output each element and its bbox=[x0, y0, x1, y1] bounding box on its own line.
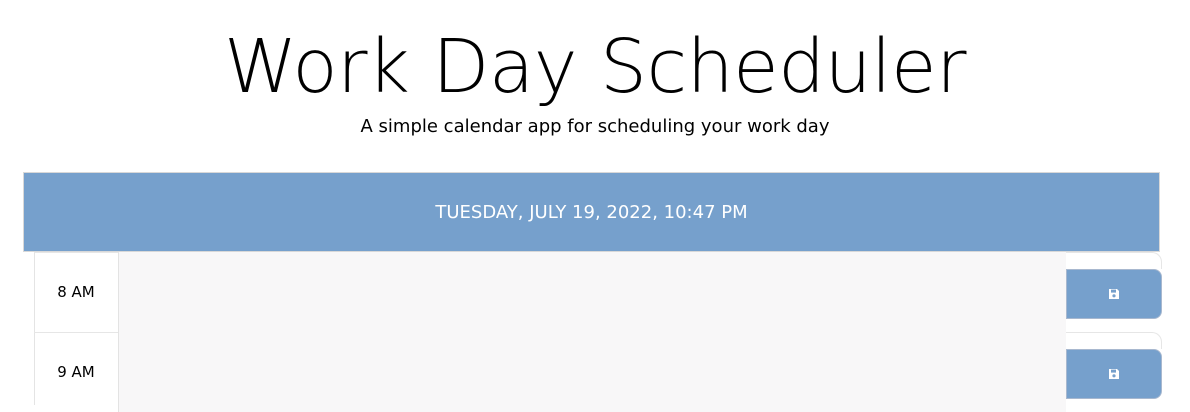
page-subtitle: A simple calendar app for scheduling you… bbox=[360, 116, 830, 137]
event-description-input[interactable] bbox=[118, 252, 1066, 332]
time-block-8am: 8 AM bbox=[34, 252, 1162, 332]
save-button[interactable] bbox=[1066, 269, 1162, 319]
row-border bbox=[1066, 252, 1162, 269]
hour-label: 8 AM bbox=[34, 252, 118, 331]
time-block-9am: 9 AM bbox=[34, 332, 1162, 412]
row-border bbox=[1066, 332, 1162, 349]
current-date-display: TUESDAY, JULY 19, 2022, 10:47 PM bbox=[23, 172, 1160, 252]
hour-label: 9 AM bbox=[34, 332, 118, 411]
page-title: Work Day Scheduler bbox=[223, 24, 967, 110]
save-button[interactable] bbox=[1066, 349, 1162, 399]
save-icon bbox=[1109, 289, 1119, 299]
event-description-input[interactable] bbox=[118, 332, 1066, 412]
save-icon bbox=[1109, 369, 1119, 379]
